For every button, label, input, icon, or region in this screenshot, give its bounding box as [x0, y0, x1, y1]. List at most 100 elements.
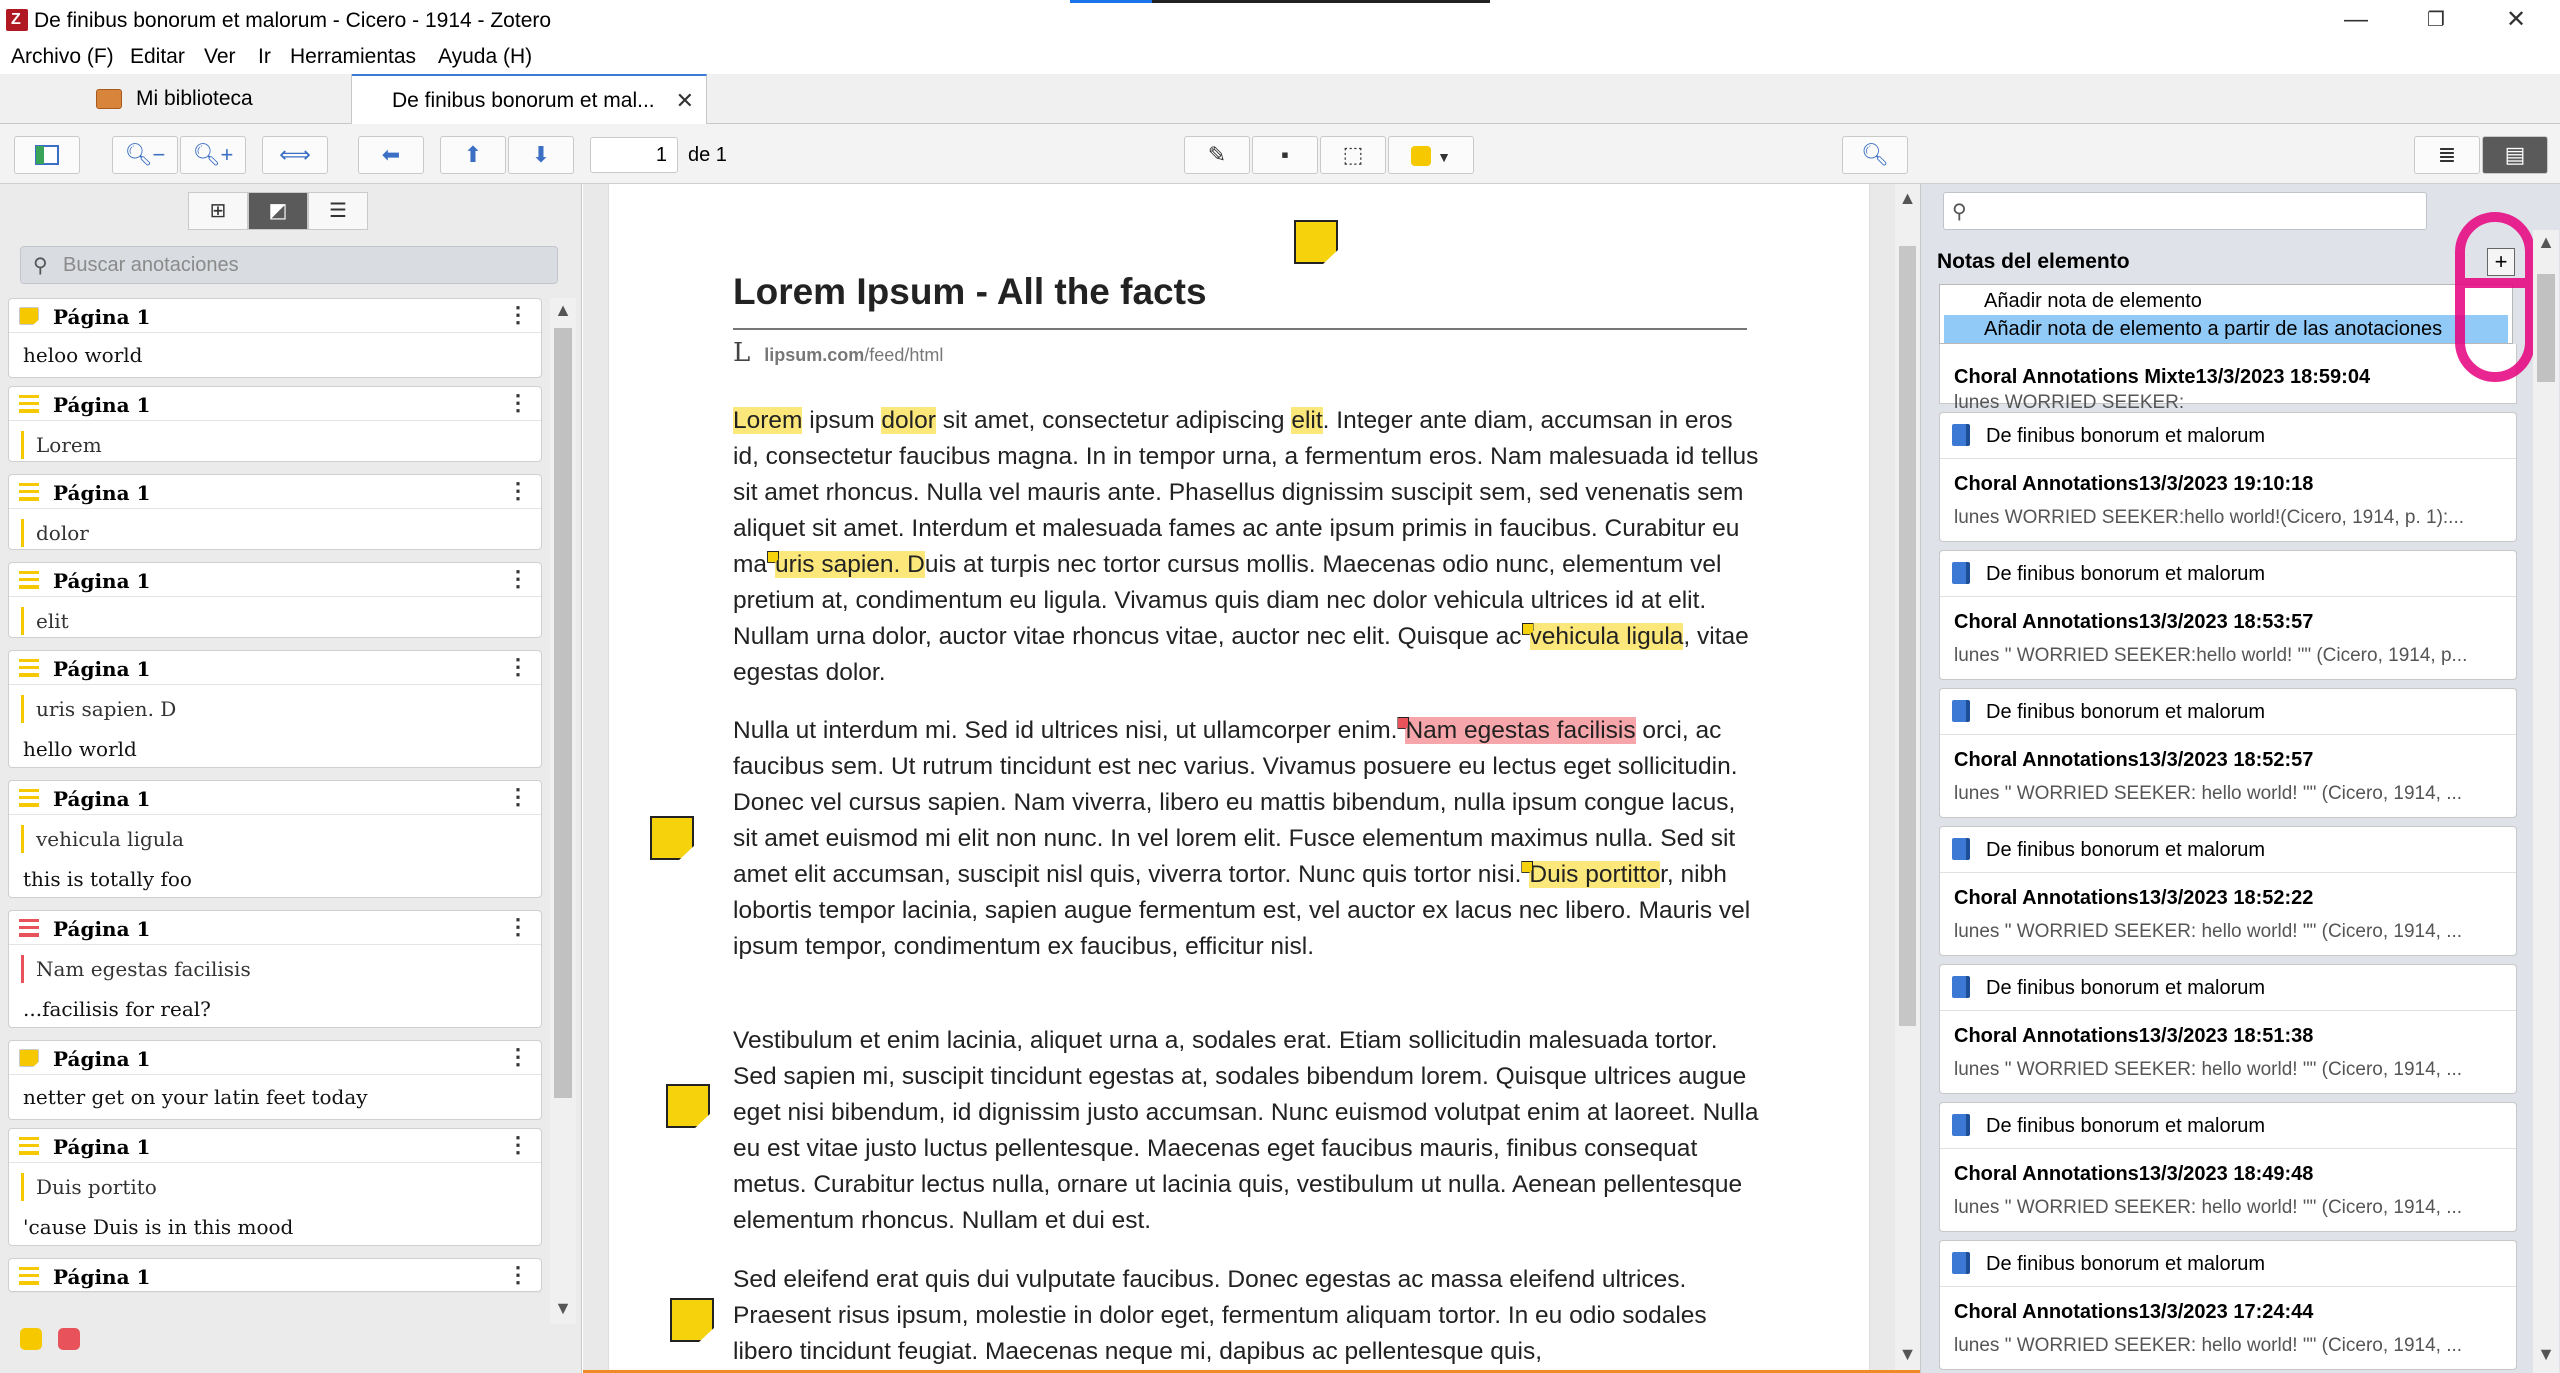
annotation-header[interactable]: Página 1 ⋮ — [9, 387, 541, 421]
highlight-annotation[interactable]: dolor — [881, 407, 936, 434]
notes-search[interactable]: ⚲ — [1943, 192, 2427, 230]
annotation-comment[interactable]: ...facilisis for real? — [23, 997, 211, 1021]
document-scrollbar[interactable]: ▲ ▼ — [1895, 184, 1920, 1373]
annotation-comment[interactable]: hello world — [23, 737, 137, 761]
note-item[interactable]: De finibus bonorum et malorum Choral Anno… — [1939, 1240, 2517, 1370]
highlight-tool-button[interactable]: ✎ — [1184, 136, 1250, 174]
highlight-annotation[interactable]: Lorem — [733, 407, 803, 434]
highlight-annotation[interactable]: Nam egestas facilisis — [1405, 717, 1636, 744]
scroll-up-icon[interactable]: ▲ — [2533, 232, 2559, 253]
more-options-icon[interactable]: ⋮ — [507, 302, 529, 328]
menu-item-add-item-note[interactable]: Añadir nota de elemento — [1944, 287, 2508, 315]
more-options-icon[interactable]: ⋮ — [507, 1044, 529, 1070]
scroll-thumb[interactable] — [2537, 274, 2555, 382]
annotation-card[interactable]: Página 1 ⋮ Lorem — [8, 386, 542, 462]
more-options-icon[interactable]: ⋮ — [507, 390, 529, 416]
note-parent-item[interactable]: De finibus bonorum et malorum — [1940, 689, 2516, 735]
annotation-scrollbar[interactable]: ▲ ▼ — [550, 298, 576, 1324]
annotation-card[interactable]: Página 1 ⋮ netter get on your latin feet t… — [8, 1040, 542, 1120]
annotation-comment[interactable]: this is totally foo — [23, 867, 192, 891]
annotation-header[interactable]: Página 1 ⋮ — [9, 1129, 541, 1163]
color-picker-button[interactable]: ▼ — [1388, 136, 1474, 174]
scroll-down-icon[interactable]: ▼ — [550, 1298, 576, 1319]
annotation-header[interactable]: Página 1 ⋮ — [9, 911, 541, 945]
tab-library[interactable]: Mi biblioteca — [0, 74, 352, 124]
annotation-card[interactable]: Página 1 ⋮ Nam egestas facilisis ...facilis… — [8, 910, 542, 1028]
note-parent-item[interactable]: De finibus bonorum et malorum — [1940, 413, 2516, 459]
zoom-in-button[interactable]: 🔍︎+ — [180, 136, 246, 174]
thumbnails-view-button[interactable]: ⊞ — [188, 192, 248, 230]
menu-editar[interactable]: Editar — [130, 45, 185, 69]
more-options-icon[interactable]: ⋮ — [507, 566, 529, 592]
annotation-card[interactable]: Página 1 ⋮ vehicula ligula this is totally … — [8, 780, 542, 898]
annotation-header[interactable]: Página 1 ⋮ — [9, 651, 541, 685]
find-button[interactable]: 🔍︎ — [1842, 136, 1908, 174]
annotation-card[interactable]: Página 1 ⋮ — [8, 1258, 542, 1293]
highlight-annotation[interactable]: vehicula ligula — [1529, 623, 1684, 650]
annotation-header[interactable]: Página 1 ⋮ — [9, 299, 541, 333]
menu-herramientas[interactable]: Herramientas — [290, 45, 416, 69]
zoom-out-button[interactable]: 🔍︎− — [112, 136, 178, 174]
tab-document[interactable]: De finibus bonorum et mal... ✕ — [352, 74, 707, 125]
filter-yellow-button[interactable] — [20, 1328, 42, 1350]
annotations-view-button[interactable]: ◩ — [248, 192, 308, 230]
annotation-card[interactable]: Página 1 ⋮ elit — [8, 562, 542, 638]
note-parent-item[interactable]: De finibus bonorum et malorum — [1940, 965, 2516, 1011]
annotation-card[interactable]: Página 1 ⋮ heloo world — [8, 298, 542, 378]
notes-pane-button[interactable]: ▤ — [2482, 136, 2548, 174]
scroll-down-icon[interactable]: ▼ — [1895, 1344, 1920, 1365]
notes-scrollbar[interactable]: ▲ ▼ — [2533, 230, 2559, 1373]
more-options-icon[interactable]: ⋮ — [507, 654, 529, 680]
menu-ver[interactable]: Ver — [204, 45, 236, 69]
annotation-header[interactable]: Página 1 ⋮ — [9, 563, 541, 597]
annotation-header[interactable]: Página 1 ⋮ — [9, 1041, 541, 1075]
outline-view-button[interactable]: ☰ — [308, 192, 368, 230]
annotation-card[interactable]: Página 1 ⋮ Duis portito 'cause Duis is in t… — [8, 1128, 542, 1246]
annotation-card[interactable]: Página 1 ⋮ uris sapien. D hello world — [8, 650, 542, 768]
note-item[interactable]: De finibus bonorum et malorum Choral Anno… — [1939, 412, 2517, 542]
menu-ir[interactable]: Ir — [258, 45, 271, 69]
annotation-header[interactable]: Página 1 ⋮ — [9, 1259, 541, 1293]
scroll-thumb[interactable] — [554, 328, 572, 1098]
annotation-comment[interactable]: heloo world — [23, 343, 142, 367]
more-options-icon[interactable]: ⋮ — [507, 478, 529, 504]
annotation-comment[interactable]: 'cause Duis is in this mood — [23, 1215, 293, 1239]
scroll-down-icon[interactable]: ▼ — [2533, 1344, 2559, 1365]
note-item[interactable]: De finibus bonorum et malorum Choral Anno… — [1939, 550, 2517, 680]
annotation-header[interactable]: Página 1 ⋮ — [9, 475, 541, 509]
note-tool-button[interactable]: ▪ — [1252, 136, 1318, 174]
next-page-button[interactable]: ⬇ — [508, 136, 574, 174]
page-number-input[interactable]: 1 — [590, 137, 678, 173]
more-options-icon[interactable]: ⋮ — [507, 784, 529, 810]
note-parent-item[interactable]: De finibus bonorum et malorum — [1940, 1103, 2516, 1149]
highlight-annotation[interactable]: uris sapien. D — [775, 551, 925, 578]
minimize-button[interactable]: — — [2316, 0, 2396, 40]
tab-close-icon[interactable]: ✕ — [676, 76, 694, 126]
filter-red-button[interactable] — [58, 1328, 80, 1350]
annotation-comment[interactable]: netter get on your latin feet today — [23, 1085, 368, 1109]
more-options-icon[interactable]: ⋮ — [507, 914, 529, 940]
zoom-page-width-button[interactable]: ⟺ — [262, 136, 328, 174]
annotation-header[interactable]: Página 1 ⋮ — [9, 781, 541, 815]
toggle-context-pane-button[interactable]: ≣ — [2414, 136, 2480, 174]
close-button[interactable]: ✕ — [2476, 0, 2556, 40]
note-item[interactable]: De finibus bonorum et malorum Choral Anno… — [1939, 826, 2517, 956]
note-item[interactable]: De finibus bonorum et malorum Choral Anno… — [1939, 1102, 2517, 1232]
note-parent-item[interactable]: De finibus bonorum et malorum — [1940, 827, 2516, 873]
menu-item-add-note-from-annotations[interactable]: Añadir nota de elemento a partir de las … — [1944, 315, 2508, 343]
maximize-button[interactable]: ❐ — [2396, 0, 2476, 40]
previous-page-button[interactable]: ⬆ — [440, 136, 506, 174]
note-parent-item[interactable]: De finibus bonorum et malorum — [1940, 551, 2516, 597]
menu-ayuda[interactable]: Ayuda (H) — [438, 45, 532, 69]
more-options-icon[interactable]: ⋮ — [507, 1262, 529, 1288]
note-item[interactable]: Choral Annotations Mixte13/3/2023 18:59:… — [1939, 344, 2517, 413]
annotation-card[interactable]: Página 1 ⋮ dolor — [8, 474, 542, 550]
back-button[interactable]: ⬅ — [358, 136, 424, 174]
more-options-icon[interactable]: ⋮ — [507, 1132, 529, 1158]
note-parent-item[interactable]: De finibus bonorum et malorum — [1940, 1241, 2516, 1287]
menu-archivo[interactable]: Archivo (F) — [11, 45, 114, 69]
scroll-thumb[interactable] — [1899, 246, 1916, 1026]
scroll-up-icon[interactable]: ▲ — [1895, 188, 1920, 209]
scroll-up-icon[interactable]: ▲ — [550, 300, 576, 321]
annotation-search-input[interactable] — [63, 253, 543, 277]
